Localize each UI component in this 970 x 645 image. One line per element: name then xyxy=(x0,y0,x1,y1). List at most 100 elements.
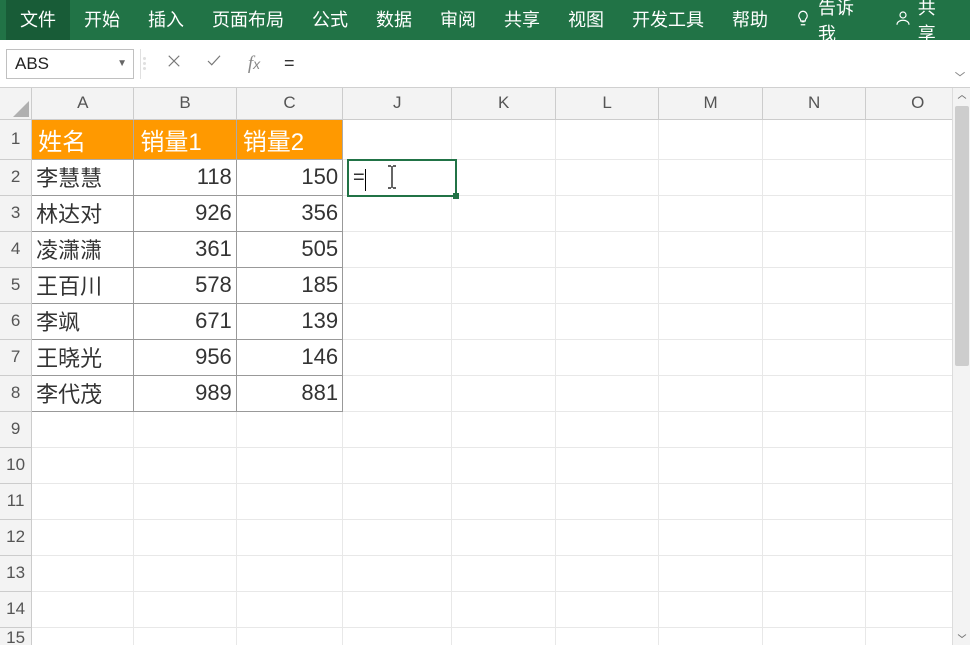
cell-J10[interactable] xyxy=(343,447,452,483)
row-header-14[interactable]: 14 xyxy=(0,591,32,627)
cell-L12[interactable] xyxy=(555,519,658,555)
cell-C4[interactable]: 505 xyxy=(236,231,342,267)
tab-data[interactable]: 数据 xyxy=(362,0,426,40)
cell-N7[interactable] xyxy=(762,339,866,375)
tab-formulas[interactable]: 公式 xyxy=(298,0,362,40)
cell-L2[interactable] xyxy=(555,159,658,195)
cell-B13[interactable] xyxy=(134,555,236,591)
cell-N5[interactable] xyxy=(762,267,866,303)
row-header-15[interactable]: 15 xyxy=(0,627,32,645)
cell-A1[interactable]: 姓名 xyxy=(32,119,134,159)
cell-K14[interactable] xyxy=(452,591,555,627)
cell-J8[interactable] xyxy=(343,375,452,411)
cell-C2[interactable]: 150 xyxy=(236,159,342,195)
tab-developer[interactable]: 开发工具 xyxy=(618,0,718,40)
cell-N3[interactable] xyxy=(762,195,866,231)
cell-L10[interactable] xyxy=(555,447,658,483)
enter-formula-button[interactable] xyxy=(194,49,234,79)
cell-B14[interactable] xyxy=(134,591,236,627)
cell-J1[interactable] xyxy=(343,119,452,159)
row-header-3[interactable]: 3 xyxy=(0,195,32,231)
cell-L11[interactable] xyxy=(555,483,658,519)
cell-M1[interactable] xyxy=(659,119,763,159)
cell-M2[interactable] xyxy=(659,159,763,195)
expand-formula-bar-button[interactable] xyxy=(950,40,970,88)
tab-home[interactable]: 开始 xyxy=(70,0,134,40)
cell-A12[interactable] xyxy=(32,519,134,555)
cell-K15[interactable] xyxy=(452,627,555,645)
share-button[interactable]: 共享 xyxy=(882,0,964,40)
cell-B7[interactable]: 956 xyxy=(134,339,236,375)
cell-J12[interactable] xyxy=(343,519,452,555)
col-header-L[interactable]: L xyxy=(555,88,658,119)
cell-L3[interactable] xyxy=(555,195,658,231)
cell-A4[interactable]: 凌潇潇 xyxy=(32,231,134,267)
cell-C3[interactable]: 356 xyxy=(236,195,342,231)
cell-N11[interactable] xyxy=(762,483,866,519)
cell-A8[interactable]: 李代茂 xyxy=(32,375,134,411)
cell-C7[interactable]: 146 xyxy=(236,339,342,375)
col-header-C[interactable]: C xyxy=(236,88,342,119)
tab-review[interactable]: 审阅 xyxy=(426,0,490,40)
cell-K2[interactable] xyxy=(452,159,555,195)
cell-N1[interactable] xyxy=(762,119,866,159)
cell-B2[interactable]: 118 xyxy=(134,159,236,195)
tab-page-layout[interactable]: 页面布局 xyxy=(198,0,298,40)
tab-file[interactable]: 文件 xyxy=(6,0,70,40)
cell-M4[interactable] xyxy=(659,231,763,267)
cell-B10[interactable] xyxy=(134,447,236,483)
cell-L9[interactable] xyxy=(555,411,658,447)
cell-A10[interactable] xyxy=(32,447,134,483)
cell-M14[interactable] xyxy=(659,591,763,627)
row-header-1[interactable]: 1 xyxy=(0,119,32,159)
select-all-button[interactable] xyxy=(0,88,32,119)
cell-M10[interactable] xyxy=(659,447,763,483)
cell-K7[interactable] xyxy=(452,339,555,375)
cell-M15[interactable] xyxy=(659,627,763,645)
cell-C12[interactable] xyxy=(236,519,342,555)
cell-N9[interactable] xyxy=(762,411,866,447)
cell-B15[interactable] xyxy=(134,627,236,645)
row-header-6[interactable]: 6 xyxy=(0,303,32,339)
tab-insert[interactable]: 插入 xyxy=(134,0,198,40)
cell-C13[interactable] xyxy=(236,555,342,591)
cell-J11[interactable] xyxy=(343,483,452,519)
scroll-thumb[interactable] xyxy=(955,106,969,366)
cell-A5[interactable]: 王百川 xyxy=(32,267,134,303)
cell-J4[interactable] xyxy=(343,231,452,267)
cell-N10[interactable] xyxy=(762,447,866,483)
spreadsheet-grid[interactable]: A B C J K L M N O 1 姓名 销量1 销量2 2李慧慧11815… xyxy=(0,88,970,645)
cell-K1[interactable] xyxy=(452,119,555,159)
row-header-4[interactable]: 4 xyxy=(0,231,32,267)
cell-M13[interactable] xyxy=(659,555,763,591)
cell-K6[interactable] xyxy=(452,303,555,339)
cell-K10[interactable] xyxy=(452,447,555,483)
cell-A3[interactable]: 林达对 xyxy=(32,195,134,231)
cell-A2[interactable]: 李慧慧 xyxy=(32,159,134,195)
cell-A9[interactable] xyxy=(32,411,134,447)
cell-N12[interactable] xyxy=(762,519,866,555)
cell-K3[interactable] xyxy=(452,195,555,231)
row-header-7[interactable]: 7 xyxy=(0,339,32,375)
cell-J6[interactable] xyxy=(343,303,452,339)
row-header-9[interactable]: 9 xyxy=(0,411,32,447)
cell-K8[interactable] xyxy=(452,375,555,411)
cell-C6[interactable]: 139 xyxy=(236,303,342,339)
cell-N8[interactable] xyxy=(762,375,866,411)
cell-C15[interactable] xyxy=(236,627,342,645)
cell-M8[interactable] xyxy=(659,375,763,411)
cell-B11[interactable] xyxy=(134,483,236,519)
cell-J9[interactable] xyxy=(343,411,452,447)
cell-B5[interactable]: 578 xyxy=(134,267,236,303)
cell-J5[interactable] xyxy=(343,267,452,303)
row-header-8[interactable]: 8 xyxy=(0,375,32,411)
cell-K5[interactable] xyxy=(452,267,555,303)
cell-C14[interactable] xyxy=(236,591,342,627)
cell-J7[interactable] xyxy=(343,339,452,375)
col-header-A[interactable]: A xyxy=(32,88,134,119)
cell-A11[interactable] xyxy=(32,483,134,519)
cell-A6[interactable]: 李飒 xyxy=(32,303,134,339)
cell-L1[interactable] xyxy=(555,119,658,159)
cell-L14[interactable] xyxy=(555,591,658,627)
row-header-13[interactable]: 13 xyxy=(0,555,32,591)
